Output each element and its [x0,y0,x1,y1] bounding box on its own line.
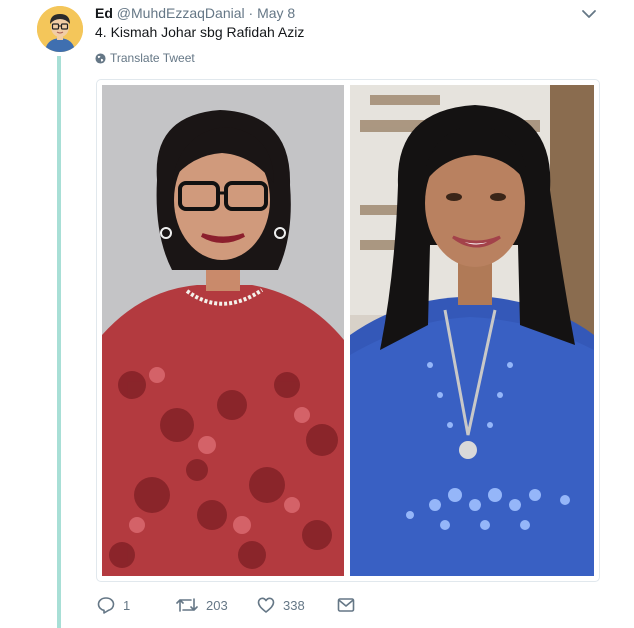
retweet-count: 203 [206,597,228,613]
tweet-menu-button[interactable] [581,6,597,22]
woman-blue-embellished-top-photo[interactable] [350,85,594,576]
retweet-button[interactable]: 203 [176,596,257,614]
tweet-actions: 1 203 338 [97,594,355,616]
author-handle[interactable]: @MuhdEzzaqDanial [117,5,245,21]
tweet-text: 4. Kismah Johar sbg Rafidah Aziz [95,24,305,40]
retweet-icon [176,598,198,612]
translate-label: Translate Tweet [110,51,195,65]
right-photo-drawing [350,85,594,576]
reply-count: 1 [123,597,131,613]
tweet-date[interactable]: May 8 [257,5,295,21]
left-photo-drawing [102,85,344,576]
media-container[interactable] [96,79,600,582]
heart-icon [257,597,275,613]
avatar[interactable] [37,6,83,52]
header-separator: · [248,5,254,21]
direct-message-button[interactable] [337,597,355,613]
translate-tweet-link[interactable]: Translate Tweet [95,51,195,65]
like-button[interactable]: 338 [257,596,337,614]
globe-icon [95,52,106,64]
tweet-header: Ed @MuhdEzzaqDanial · May 8 [95,4,295,22]
envelope-icon [337,598,355,612]
chevron-down-icon [582,10,596,18]
cartoon-avatar-icon [37,6,83,52]
like-count: 338 [283,597,305,613]
author-name[interactable]: Ed [95,5,113,21]
reply-button[interactable]: 1 [97,596,176,614]
woman-red-floral-dress-photo[interactable] [102,85,344,576]
thread-line [57,56,61,628]
reply-icon [97,597,115,614]
